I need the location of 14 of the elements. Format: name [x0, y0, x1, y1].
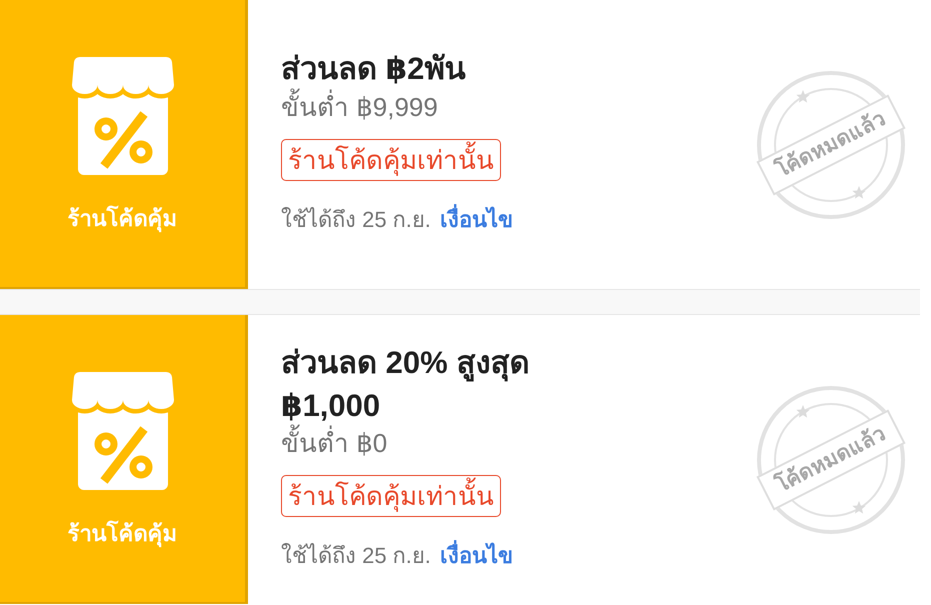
shop-only-tag: ร้านโค้ดคุ้มเท่านั้น: [281, 138, 501, 181]
shop-label: ร้านโค้ดคุ้ม: [68, 520, 178, 549]
shop-label: ร้านโค้ดคุ้ม: [68, 205, 178, 234]
terms-link[interactable]: เงื่อนไข: [440, 202, 513, 236]
store-percent-icon: [72, 57, 174, 176]
voucher-title: ส่วนลด ฿2พัน: [281, 50, 466, 88]
validity-text: ใช้ได้ถึง 25 ก.ย.: [281, 206, 431, 234]
validity-text: ใช้ได้ถึง 25 ก.ย.: [281, 542, 431, 570]
terms-link[interactable]: เงื่อนไข: [440, 539, 513, 572]
voucher-title: ส่วนลด 20% สูงสุด ฿1,000: [281, 344, 530, 424]
min-spend-text: ขั้นต่ำ ฿0: [281, 427, 388, 462]
shop-only-tag: ร้านโค้ดคุ้มเท่านั้น: [281, 475, 501, 518]
min-spend-text: ขั้นต่ำ ฿9,999: [281, 90, 438, 125]
store-percent-icon: [72, 372, 174, 490]
